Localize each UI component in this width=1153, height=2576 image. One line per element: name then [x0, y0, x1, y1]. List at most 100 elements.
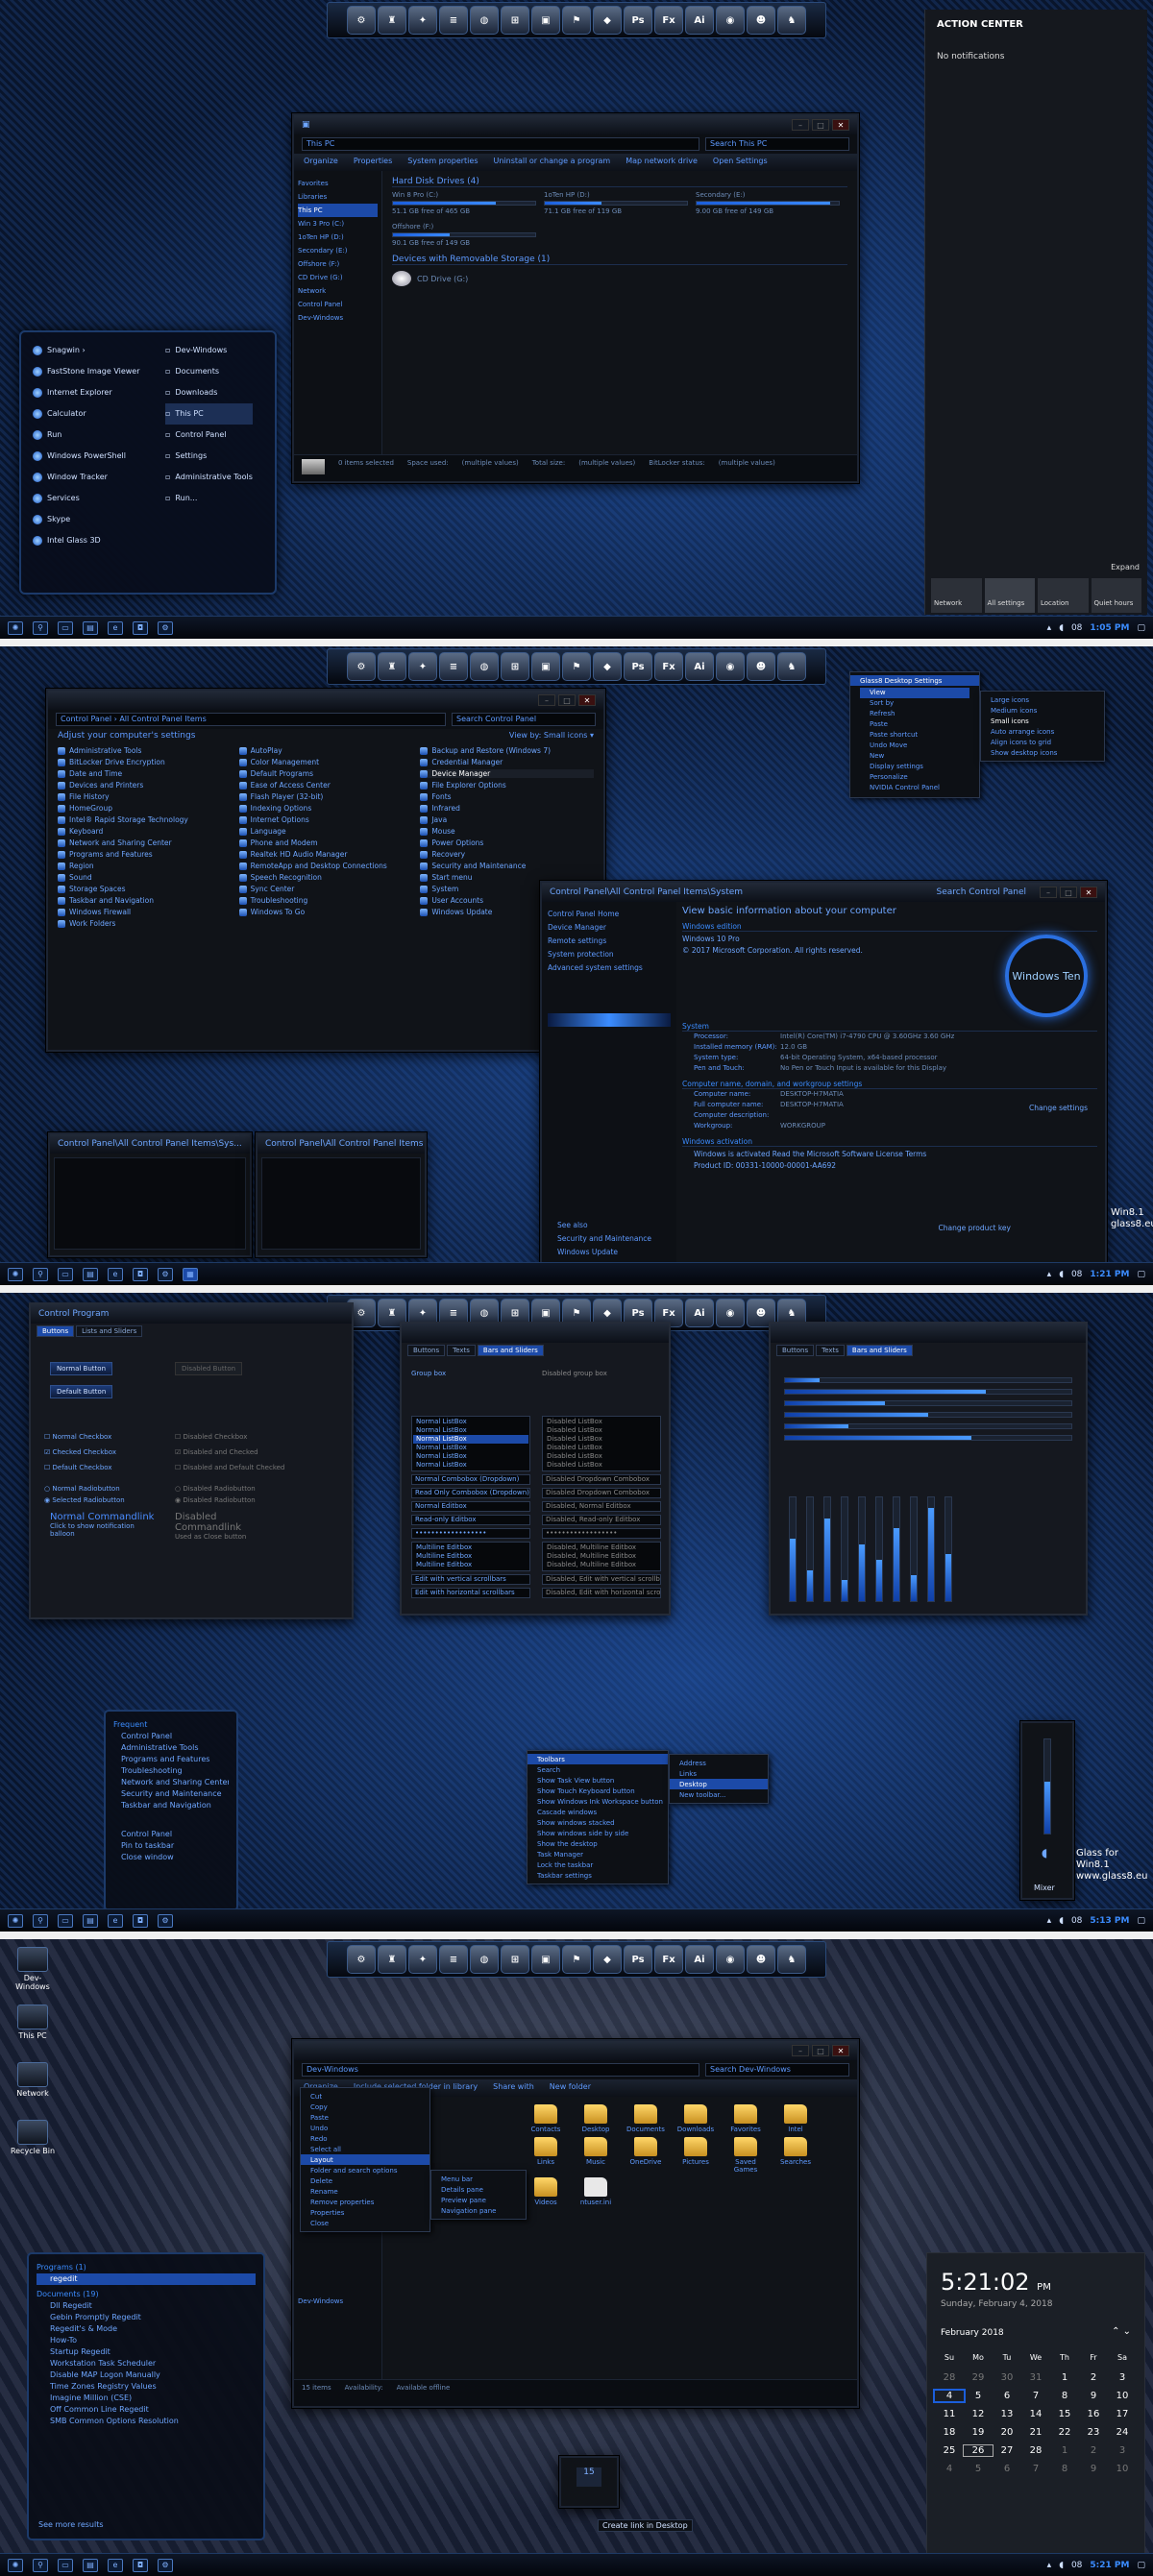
cp-item-network-and-sharing-center[interactable]: Network and Sharing Center: [58, 838, 232, 847]
dock-app-icon[interactable]: ⚑: [562, 6, 591, 35]
taskbar-clock[interactable]: 5:13 PM: [1090, 1916, 1129, 1926]
expand-link[interactable]: Expand: [1111, 563, 1140, 571]
tab-bars-and-sliders[interactable]: Bars and Sliders: [477, 1345, 544, 1356]
checkbox-disabled-and-default-checked[interactable]: ☐ Disabled and Default Checked: [175, 1460, 284, 1475]
task-view-icon[interactable]: ▭: [58, 1913, 73, 1928]
tab-buttons[interactable]: Buttons: [37, 1325, 75, 1337]
calendar-day[interactable]: 10: [1108, 2391, 1137, 2401]
folder-item-downloads[interactable]: Downloads: [675, 2104, 717, 2133]
nav-item-win-3-pro-c[interactable]: Win 3 Pro (C:): [298, 217, 378, 231]
calendar-day[interactable]: 17: [1108, 2409, 1137, 2419]
dock-app-icon[interactable]: Ai: [685, 652, 714, 681]
cp-item-language[interactable]: Language: [238, 827, 413, 836]
cmd-share-with[interactable]: Share with: [493, 2082, 534, 2094]
search-result-document[interactable]: How-To: [37, 2335, 256, 2346]
dock-app-icon[interactable]: ⊞: [501, 652, 529, 681]
search-result-document[interactable]: Time Zones Registry Values: [37, 2381, 256, 2393]
cp-item-keyboard[interactable]: Keyboard: [58, 827, 232, 836]
folder-item-saved-games[interactable]: Saved Games: [724, 2137, 767, 2174]
menu-item-sort-by[interactable]: Sort by: [860, 698, 969, 709]
drive-tile[interactable]: Win 8 Pro (C:) 51.1 GB free of 465 GB: [392, 191, 536, 215]
cp-item-file-history[interactable]: File History: [58, 792, 232, 801]
radio-disabled-radiobutton[interactable]: ◉ Disabled Radiobutton: [175, 1495, 256, 1506]
folder-item-videos[interactable]: Videos: [525, 2177, 567, 2206]
dock-app-icon[interactable]: ⚑: [562, 652, 591, 681]
menu-item-redo[interactable]: Redo: [301, 2133, 429, 2144]
normal-listbox[interactable]: Normal ListBox Normal ListBox Normal ListB…: [411, 1416, 530, 1471]
calendar-day[interactable]: 26: [963, 2444, 994, 2457]
list-item[interactable]: Disabled, Multiline Editbox: [544, 1552, 659, 1561]
sys-link-control-panel-home[interactable]: Control Panel Home: [548, 908, 671, 921]
jump-item-administrative-tools[interactable]: Administrative Tools: [121, 1742, 229, 1754]
menu-item-refresh[interactable]: Refresh: [860, 709, 969, 719]
desktop-icon-user-folder[interactable]: Dev-Windows: [8, 1947, 58, 1991]
calendar-day[interactable]: 23: [1079, 2427, 1108, 2438]
dock-app-icon[interactable]: ♜: [378, 652, 406, 681]
list-item[interactable]: Disabled ListBox: [544, 1435, 659, 1444]
folder-item-searches[interactable]: Searches: [774, 2137, 817, 2166]
list-item[interactable]: Disabled ListBox: [544, 1452, 659, 1461]
dock-app-icon[interactable]: Ps: [624, 652, 652, 681]
menu-item-display-settings[interactable]: Display settings: [860, 762, 969, 772]
menu-item-cut[interactable]: Cut: [301, 2091, 429, 2102]
vertical-slider[interactable]: [823, 1496, 831, 1602]
dock-app-icon[interactable]: ✦: [408, 1945, 437, 1974]
start-place-settings[interactable]: ▫ Settings: [165, 446, 253, 467]
minimize-button[interactable]: –: [1040, 887, 1057, 898]
calendar-day[interactable]: 18: [935, 2427, 964, 2438]
dock-app-icon[interactable]: Fx: [654, 6, 683, 35]
dock-app-icon[interactable]: Ai: [685, 1945, 714, 1974]
horizontal-slider[interactable]: [784, 1389, 1072, 1395]
view-by-select[interactable]: View by: Small icons ▾: [509, 731, 594, 741]
task-view-icon[interactable]: ▭: [58, 2558, 73, 2572]
cp-item-power-options[interactable]: Power Options: [420, 838, 594, 847]
start-place-control-panel[interactable]: ▫ Control Panel: [165, 425, 253, 446]
menu-item-paste[interactable]: Paste: [860, 719, 969, 730]
calendar-day[interactable]: 6: [993, 2391, 1021, 2401]
calendar-day[interactable]: 4: [935, 2464, 964, 2474]
vertical-slider[interactable]: [806, 1496, 814, 1602]
jump-action-close-window[interactable]: Close window: [121, 1852, 229, 1863]
taskbar-clock[interactable]: 1:05 PM: [1090, 623, 1129, 633]
jump-item-taskbar-and-navigation[interactable]: Taskbar and Navigation: [121, 1800, 229, 1811]
start-item-window-tracker[interactable]: Window Tracker: [33, 467, 140, 488]
nav-item-secondary-e[interactable]: Secondary (E:): [298, 244, 378, 257]
start-place-administrative-tools[interactable]: ▫ Administrative Tools: [165, 467, 253, 488]
cmd-uninstall[interactable]: Uninstall or change a program: [493, 157, 610, 168]
nav-item-1oten-hp-d[interactable]: 1oTen HP (D:): [298, 231, 378, 244]
normal-button[interactable]: Normal Button: [50, 1362, 112, 1375]
vertical-slider[interactable]: [875, 1496, 883, 1602]
menu-item-show-windows-stacked[interactable]: Show windows stacked: [527, 1817, 668, 1828]
checkbox-checked-checkbox[interactable]: ☑ Checked Checkbox: [44, 1445, 116, 1460]
normal-combobox[interactable]: Normal Combobox (Dropdown): [411, 1474, 530, 1485]
menu-item-preview-pane[interactable]: Preview pane: [431, 2195, 526, 2205]
search-icon[interactable]: ⚲: [33, 2558, 48, 2572]
desktop-icon-network[interactable]: Network: [8, 2062, 58, 2098]
menu-item-large-icons[interactable]: Large icons: [981, 694, 1104, 705]
calendar-day[interactable]: 9: [1079, 2391, 1108, 2401]
see-also-link-security-and-maintenance[interactable]: Security and Maintenance: [557, 1232, 651, 1246]
dock-app-icon[interactable]: ▣: [531, 652, 560, 681]
cmd-properties[interactable]: Properties: [354, 157, 392, 168]
hscroll-editbox[interactable]: Edit with horizontal scrollbars: [411, 1588, 530, 1598]
search-result-document[interactable]: Gebin Promptly Regedit: [37, 2312, 256, 2323]
cp-item-work-folders[interactable]: Work Folders: [58, 919, 232, 928]
calendar-day[interactable]: 3: [1108, 2372, 1137, 2383]
search-result-document[interactable]: SMB Common Options Resolution: [37, 2416, 256, 2427]
dock-app-icon[interactable]: Fx: [654, 652, 683, 681]
address-bar[interactable]: Control Panel › All Control Panel Items: [56, 713, 446, 726]
calendar-day[interactable]: 19: [964, 2427, 993, 2438]
calendar-day[interactable]: 22: [1050, 2427, 1079, 2438]
start-item-internet-explorer[interactable]: Internet Explorer: [33, 382, 140, 403]
start-button[interactable]: ✺: [8, 1913, 23, 1928]
dock-app-icon[interactable]: ◆: [593, 6, 622, 35]
dock-app-icon[interactable]: Ps: [624, 1945, 652, 1974]
horizontal-slider[interactable]: [784, 1412, 1072, 1418]
calendar-day[interactable]: 31: [1021, 2372, 1050, 2383]
default-button[interactable]: Default Button: [50, 1385, 113, 1398]
checkbox-disabled-checkbox[interactable]: ☐ Disabled Checkbox: [175, 1429, 284, 1445]
menu-item-desktop[interactable]: Desktop: [670, 1779, 768, 1789]
search-input[interactable]: Search Dev-Windows: [705, 2063, 849, 2077]
file-explorer-icon[interactable]: ▤: [83, 1913, 98, 1928]
window-titlebar[interactable]: Control Panel\All Control Panel Items\Sy…: [542, 883, 1105, 902]
